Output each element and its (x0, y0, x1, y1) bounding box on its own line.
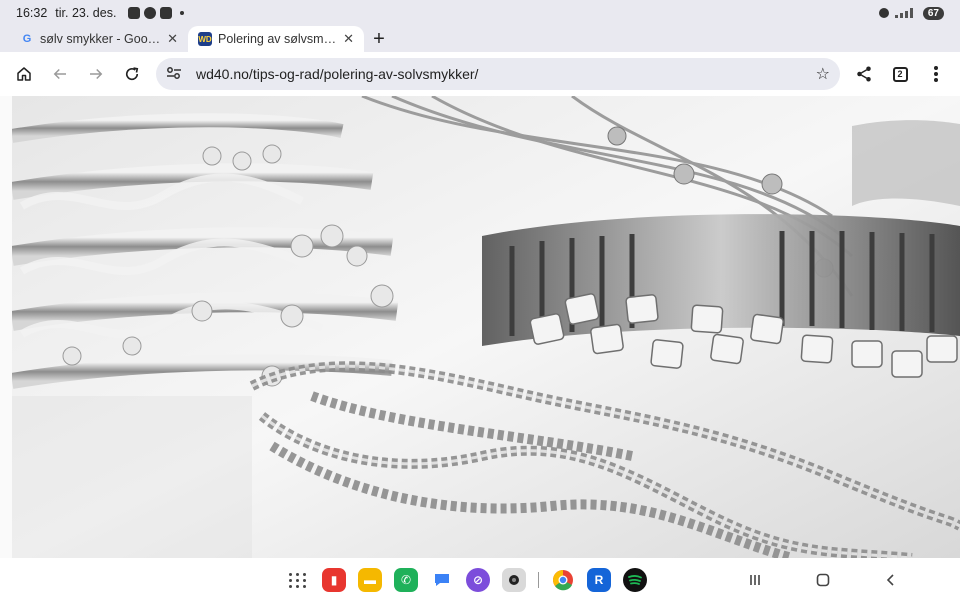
app-dock: ▮ ▬ ✆ ⊘ R (286, 568, 647, 592)
r-app-icon[interactable]: R (587, 568, 611, 592)
system-nav-bar: ▮ ▬ ✆ ⊘ R (0, 558, 960, 600)
messenger-icon (144, 7, 157, 19)
files-app-icon[interactable]: ▬ (358, 568, 382, 592)
more-vert-icon[interactable] (918, 56, 954, 92)
screenshot-icon (128, 7, 141, 19)
home-icon[interactable] (6, 56, 42, 92)
back-button[interactable] (876, 568, 906, 592)
dock-divider (538, 572, 539, 588)
tab-title: sølv smykker - Google-søk (40, 32, 161, 46)
bookmark-star-icon[interactable]: ☆ (816, 64, 830, 84)
more-notifications-icon (180, 11, 185, 15)
dnd-icon (878, 8, 889, 18)
notes-app-icon[interactable]: ▮ (322, 568, 346, 592)
back-icon[interactable] (42, 56, 78, 92)
home-button[interactable] (808, 568, 838, 592)
browser-toolbar: wd40.no/tips-og-rad/polering-av-solvsmyk… (0, 52, 960, 96)
share-icon[interactable] (846, 56, 882, 92)
recents-button[interactable] (740, 568, 770, 592)
tab-strip: G sølv smykker - Google-søk ✕ WD Polerin… (0, 26, 960, 52)
internet-app-icon[interactable]: ⊘ (466, 568, 490, 592)
camera-app-icon[interactable] (502, 568, 526, 592)
notification-icons (128, 7, 185, 19)
all-apps-icon[interactable] (286, 568, 310, 592)
signal-icon (894, 8, 917, 18)
silver-jewelry-illustration (12, 96, 960, 558)
close-tab-icon[interactable]: ✕ (343, 31, 354, 47)
tab-switcher-button[interactable]: 2 (882, 56, 918, 92)
close-tab-icon[interactable]: ✕ (167, 31, 178, 47)
status-bar: 16:32 tir. 23. des. 67 (0, 0, 960, 26)
page-content (0, 96, 960, 558)
phone-app-icon[interactable]: ✆ (394, 568, 418, 592)
youtube-icon (160, 7, 173, 19)
wd40-favicon-icon: WD (198, 32, 212, 46)
google-favicon-icon: G (22, 33, 32, 45)
new-tab-button[interactable]: + (364, 26, 394, 52)
forward-icon[interactable] (78, 56, 114, 92)
chrome-app-icon[interactable] (551, 568, 575, 592)
reload-icon[interactable] (114, 56, 150, 92)
hero-image (12, 96, 960, 558)
address-bar[interactable]: wd40.no/tips-og-rad/polering-av-solvsmyk… (156, 58, 840, 90)
tab-count: 2 (892, 66, 908, 82)
spotify-app-icon[interactable] (623, 568, 647, 592)
tab-wd40-article[interactable]: WD Polering av sølvsmykker - WD-40 ✕ (188, 26, 364, 52)
messages-app-icon[interactable] (430, 568, 454, 592)
battery-icon: 67 (922, 6, 944, 20)
tab-google-search[interactable]: G sølv smykker - Google-søk ✕ (10, 26, 188, 52)
status-time: 16:32 (16, 6, 48, 20)
site-settings-icon[interactable] (166, 66, 186, 83)
status-date: tir. 23. des. (55, 6, 117, 20)
url-text[interactable]: wd40.no/tips-og-rad/polering-av-solvsmyk… (196, 66, 816, 82)
tab-title: Polering av sølvsmykker - WD-40 (218, 32, 337, 46)
